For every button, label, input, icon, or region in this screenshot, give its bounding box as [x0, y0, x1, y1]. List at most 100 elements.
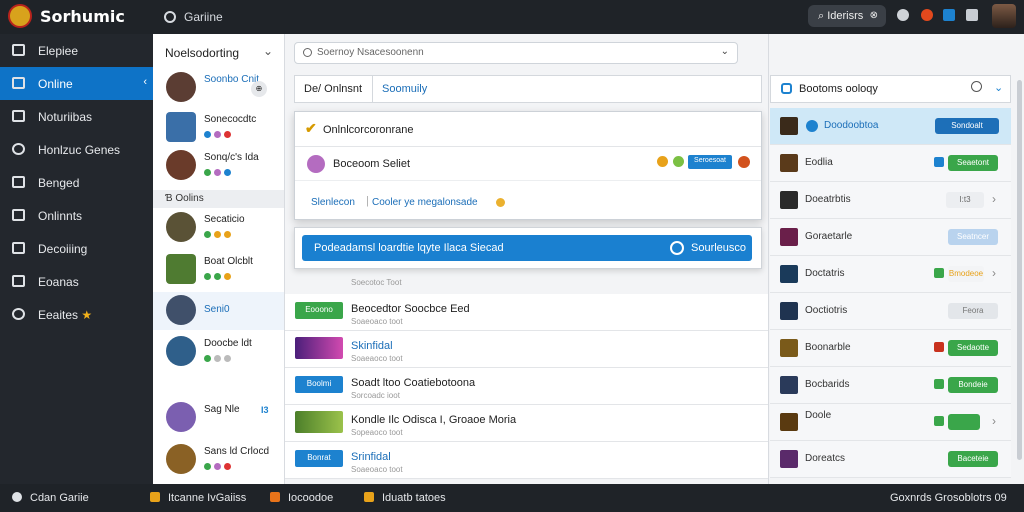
- game-name: Boonarble: [805, 342, 851, 353]
- list-item[interactable]: Skinfidal Soaeaoco toot: [285, 331, 768, 368]
- game-row[interactable]: Doodoobtoa Sondoalt: [770, 108, 1011, 145]
- list-item[interactable]: Bonrat Srinfidal Soaeoaco toot: [285, 442, 768, 479]
- row-title[interactable]: Srinfidal: [351, 451, 391, 463]
- game-thumbnail: [295, 337, 343, 359]
- game-row[interactable]: Ooctiotris Feora: [770, 293, 1011, 330]
- group-header[interactable]: Ɓ Oolins: [153, 190, 284, 208]
- game-name: Bocbarids: [805, 379, 850, 390]
- bottom-item[interactable]: Itcanne IvGaiiss: [150, 492, 246, 504]
- game-button[interactable]: Bmodeoe: [948, 266, 984, 282]
- bottom-item-label: Itcanne IvGaiiss: [168, 492, 247, 504]
- sidebar-item-library[interactable]: Elepiee: [0, 34, 153, 67]
- clear-icon[interactable]: ⊗: [870, 10, 878, 21]
- chevron-left-icon[interactable]: ‹: [143, 76, 147, 88]
- sidebar-item-online[interactable]: Online ‹: [0, 67, 153, 100]
- game-name: Doodoobtoa: [824, 120, 879, 131]
- search-input[interactable]: Soernoy Nsacesoonenn ⌄: [294, 42, 738, 64]
- friends-chat-button[interactable]: Goxnrds Grosoblotrs 09: [890, 492, 1007, 504]
- sidebar-item-label: Benged: [38, 176, 80, 190]
- list-item[interactable]: Boolmi Soadt ltoo Coatiebotoona Sorcoadc…: [285, 368, 768, 405]
- game-button[interactable]: Sedaotte: [948, 340, 998, 356]
- game-row[interactable]: Bocbarids Bondeie: [770, 367, 1011, 404]
- sidebar-item-label: Eeaites: [38, 308, 79, 322]
- popup-link[interactable]: Slenlecon: [311, 197, 355, 208]
- sidebar-item-benged[interactable]: Benged: [0, 166, 153, 199]
- game-row[interactable]: Eodlia Seaetont: [770, 145, 1011, 182]
- sidebar-item-label: Elepiee: [38, 44, 79, 58]
- sidebar-item-decoding[interactable]: Decoiiing: [0, 232, 153, 265]
- bottom-item[interactable]: Cdan Gariie: [12, 492, 89, 504]
- game-row[interactable]: Doctatris Bmodeoe ›: [770, 256, 1011, 293]
- game-row[interactable]: Goraetarle Seatncer: [770, 219, 1011, 256]
- row-subtext: Soecotoc Toot: [351, 278, 402, 287]
- add-friend-icon[interactable]: ⊕: [251, 81, 267, 97]
- sidebar-item-favorites[interactable]: Eeaites ★: [0, 298, 153, 331]
- popup-link[interactable]: Cooler ye megalonsade: [372, 197, 478, 208]
- chevron-down-icon[interactable]: ⌄: [721, 46, 729, 57]
- banner[interactable]: Podeadamsl loardtie lqyte Ilaca Siecad S…: [302, 235, 752, 261]
- game-button[interactable]: I:t3: [946, 192, 984, 208]
- game-button[interactable]: Feora: [948, 303, 998, 319]
- game-button[interactable]: Baceteie: [948, 451, 998, 467]
- row-tag: Bonrat: [295, 450, 343, 467]
- game-button[interactable]: Seatncer: [948, 229, 998, 245]
- friend-item[interactable]: Sonq/c's Ida: [153, 150, 284, 186]
- message-icon[interactable]: [943, 9, 955, 21]
- chevron-right-icon[interactable]: ›: [992, 266, 996, 280]
- sidebar-item-eoanas[interactable]: Eoanas: [0, 265, 153, 298]
- avatar: [166, 150, 196, 180]
- game-thumbnail: [780, 413, 798, 431]
- list-item[interactable]: Kondle Ilc Odisca I, Groaoe Moria Sopeao…: [285, 405, 768, 442]
- sidebar-item-label: Online: [38, 77, 73, 91]
- banner-button[interactable]: Sourleusco: [691, 242, 746, 254]
- game-thumbnail: [295, 411, 343, 433]
- game-button[interactable]: Sondoalt: [935, 118, 999, 134]
- row-title[interactable]: Skinfidal: [351, 340, 393, 352]
- game-row[interactable]: Doeatrbtis I:t3 ›: [770, 182, 1011, 219]
- scrollbar[interactable]: [1017, 80, 1022, 460]
- tab-online[interactable]: De/ Onlnsnt: [304, 83, 362, 95]
- chevron-right-icon[interactable]: ›: [992, 414, 996, 428]
- friend-item[interactable]: Boat Olcblt: [153, 254, 284, 290]
- status-icons: [204, 167, 244, 176]
- chevron-right-icon[interactable]: ›: [992, 192, 996, 206]
- top-search-pill[interactable]: ⌕ Iderisrs ⊗: [808, 5, 886, 27]
- bottom-item[interactable]: Iocoodoe: [270, 492, 333, 504]
- tab-community[interactable]: Soomuily: [382, 83, 427, 95]
- settings-icon[interactable]: [966, 9, 978, 21]
- search-icon[interactable]: [971, 81, 982, 92]
- list-item[interactable]: Eooono Beocedtor Soocbce Eed Soaeoaco to…: [285, 294, 768, 331]
- friend-item[interactable]: Sans ld Crlocd: [153, 444, 284, 480]
- chevron-down-icon[interactable]: ⌄: [263, 44, 273, 58]
- notification-icon[interactable]: [921, 9, 933, 21]
- friend-item[interactable]: Soonbo Cnit ⊕: [153, 72, 284, 108]
- user-avatar[interactable]: [992, 4, 1016, 28]
- friend-name: Doocbe ldt: [204, 338, 252, 349]
- chevron-down-icon[interactable]: ⌄: [994, 81, 1003, 94]
- game-row[interactable]: Doreatcs Baceteie: [770, 441, 1011, 478]
- status-icons: [204, 229, 244, 238]
- friend-item[interactable]: Doocbe ldt: [153, 336, 284, 372]
- game-button[interactable]: Seaetont: [948, 155, 998, 171]
- sidebar-item-accounts[interactable]: Onlinnts: [0, 199, 153, 232]
- top-tab[interactable]: Gariine: [164, 10, 223, 24]
- main-content: Soernoy Nsacesoonenn ⌄ De/ Onlnsnt Soomu…: [285, 34, 768, 484]
- friends-header[interactable]: Noelsodorting: [165, 46, 239, 60]
- friend-item[interactable]: Secaticio: [153, 212, 284, 248]
- user-icon[interactable]: [897, 9, 909, 21]
- bottom-item[interactable]: Iduatb tatoes: [364, 492, 446, 504]
- sidebar-item-notifications[interactable]: Noturiibas: [0, 100, 153, 133]
- game-row[interactable]: Doole ›: [770, 404, 1011, 441]
- friend-item[interactable]: Seni0: [153, 292, 284, 330]
- game-thumbnail: [780, 228, 798, 246]
- friend-item[interactable]: Sonecocdtc: [153, 112, 284, 148]
- sidebar-item-games[interactable]: Honlzuc Genes: [0, 133, 153, 166]
- game-row[interactable]: Boonarble Sedaotte: [770, 330, 1011, 367]
- divider: [295, 180, 761, 181]
- row-title: Soadt ltoo Coatiebotoona: [351, 377, 476, 389]
- sidebar-item-label: Eoanas: [38, 275, 79, 289]
- friend-name: Seni0: [204, 304, 230, 315]
- friend-item[interactable]: Sag Nle I3: [153, 402, 284, 438]
- popup-item-button[interactable]: Seroesoat: [688, 155, 732, 169]
- game-button[interactable]: Bondeie: [948, 377, 998, 393]
